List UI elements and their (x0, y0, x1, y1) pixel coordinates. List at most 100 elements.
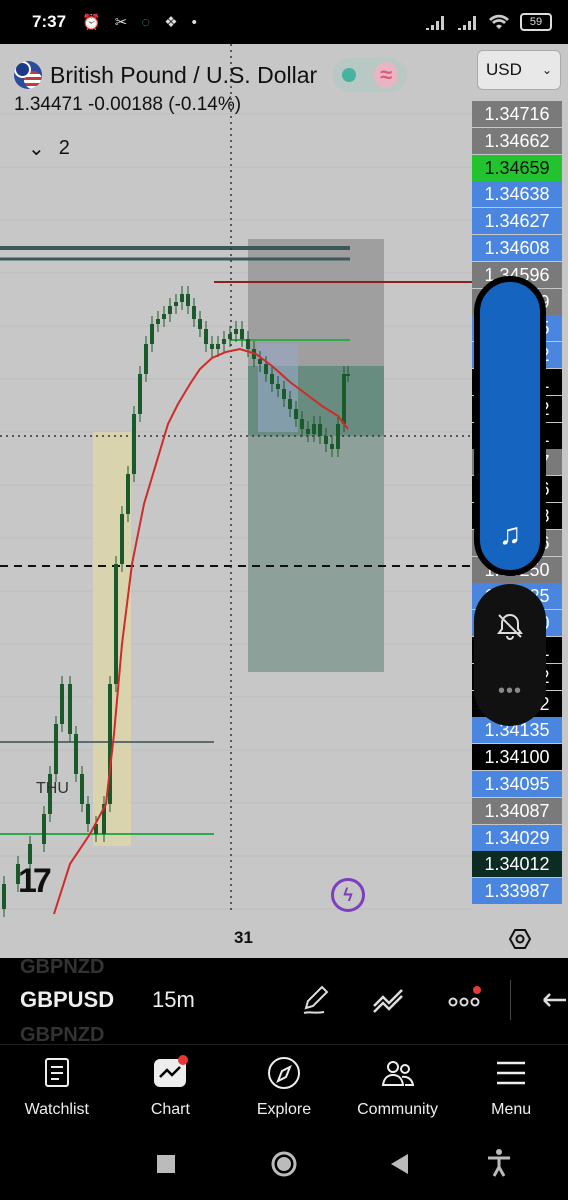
candle-body (306, 429, 310, 434)
alarm-icon: ⏰ (82, 14, 101, 31)
price-axis-label[interactable]: 1.34029 (472, 824, 562, 851)
ghost-symbol-top: GBPNZD (20, 956, 105, 978)
candle-body (186, 294, 190, 306)
candle-body (28, 844, 32, 864)
dropbox-icon: ❖ (164, 14, 178, 31)
candle-body (174, 302, 178, 306)
price-axis-label[interactable]: 1.34012 (472, 851, 562, 878)
tradingview-logo[interactable]: 17 (18, 862, 52, 901)
candle-body (180, 294, 184, 302)
bell-off-icon[interactable] (494, 610, 526, 642)
symbol-selector[interactable]: GBPUSD (20, 987, 114, 1013)
chart-toolbar: GBPNZD GBPUSD 15m GBPNZD (0, 956, 568, 1046)
candle-body (330, 444, 334, 449)
price-axis-label[interactable]: 1.34100 (472, 744, 562, 771)
nav-label-chart: Chart (150, 1101, 190, 1118)
candle-body (234, 329, 238, 334)
candle-body (60, 684, 64, 724)
candle-body (144, 344, 148, 374)
candle-body (42, 814, 46, 844)
candle-body (270, 374, 274, 384)
recents-icon[interactable] (156, 1154, 176, 1174)
candle-body (240, 329, 244, 339)
candle-body (264, 364, 268, 374)
candle-body (80, 774, 84, 804)
chart-settings-icon[interactable] (508, 927, 532, 951)
nav-watchlist[interactable]: Watchlist (0, 1045, 114, 1134)
gbp-usd-flag-icon (14, 61, 42, 89)
price-axis-label[interactable]: 1.33987 (472, 878, 562, 905)
status-notification-icons: ⏰ ✂ ◌ ❖ • (82, 13, 197, 32)
candle-body (138, 374, 142, 414)
community-icon (381, 1061, 414, 1086)
chart-area[interactable]: British Pound / U.S. Dollar ≈ 1.34471 -0… (0, 44, 568, 958)
interval-selector[interactable]: 15m (152, 987, 195, 1013)
price-axis-label[interactable]: 1.34627 (472, 208, 562, 235)
signal-icon-2 (458, 16, 476, 30)
candle-body (156, 319, 160, 324)
more-dots-icon[interactable]: ••• (474, 680, 546, 703)
wifi-icon (489, 14, 509, 29)
symbol-title[interactable]: British Pound / U.S. Dollar (50, 62, 317, 89)
candle-body (198, 319, 202, 329)
bottom-navigation: Watchlist Chart Explore Community Menu (0, 1044, 568, 1134)
price-axis-label[interactable]: 1.34659 (472, 154, 562, 181)
watchlist-icon (44, 1058, 69, 1087)
more-options-icon[interactable] (446, 982, 482, 1018)
price-axis-label[interactable]: 1.34638 (472, 181, 562, 208)
currency-select[interactable]: USD ⌄ (477, 50, 561, 90)
drawing-pen-icon[interactable] (298, 982, 334, 1018)
toolbar-divider (510, 980, 511, 1020)
candle-body (312, 424, 316, 434)
symbol-header[interactable]: British Pound / U.S. Dollar ≈ (14, 58, 408, 92)
wave-icon: ≈ (374, 62, 399, 88)
price-axis-label[interactable]: 1.34608 (472, 235, 562, 261)
nav-community[interactable]: Community (341, 1045, 455, 1134)
candle-body (86, 804, 90, 824)
floating-music-widget[interactable]: ♫ (474, 276, 546, 576)
price-axis-label[interactable]: 1.34662 (472, 127, 562, 154)
home-icon[interactable] (270, 1150, 298, 1178)
candle-body (210, 344, 214, 349)
candle-body (246, 339, 250, 349)
candle-body (342, 374, 346, 424)
price-axis-label[interactable]: 1.34087 (472, 797, 562, 824)
candle-body (150, 324, 154, 344)
nav-menu[interactable]: Menu (454, 1045, 568, 1134)
compass-icon (267, 1057, 300, 1089)
candle-body (132, 414, 136, 474)
market-status-pill[interactable]: ≈ (333, 58, 408, 92)
system-navigation-bar (0, 1134, 568, 1200)
nav-label-community: Community (357, 1101, 439, 1118)
time-axis-date: 31 (234, 928, 253, 947)
candle-body (294, 409, 298, 419)
music-note-icon: ♫ (498, 518, 522, 551)
nav-explore[interactable]: Explore (227, 1045, 341, 1134)
candle-body (222, 339, 226, 344)
accessibility-icon[interactable] (486, 1148, 512, 1178)
signal-icon (426, 16, 444, 30)
back-icon[interactable] (388, 1152, 410, 1176)
candle-body (258, 359, 262, 364)
nav-chart[interactable]: Chart (114, 1045, 228, 1134)
indicators-icon[interactable] (370, 982, 406, 1018)
status-bar: 7:37 ⏰ ✂ ◌ ❖ • 59 (0, 0, 568, 44)
price-axis-label[interactable]: 1.34716 (472, 101, 562, 127)
session-label: THU (36, 780, 69, 797)
lightning-icon[interactable]: ϟ (331, 878, 365, 912)
candle-body (126, 474, 130, 514)
candle-body (54, 724, 58, 774)
nav-label-explore: Explore (256, 1101, 312, 1118)
candle-body (288, 399, 292, 409)
currency-value: USD (486, 60, 522, 79)
undo-icon[interactable] (536, 982, 568, 1018)
floating-widget-controls[interactable]: ••• (474, 584, 546, 726)
indicator-legend-toggle[interactable]: ⌄ 2 (28, 136, 70, 161)
dot-icon: • (191, 13, 197, 31)
candle-body (228, 334, 232, 339)
candle-body (282, 389, 286, 399)
candle-body (346, 374, 350, 376)
price-axis-label[interactable]: 1.34095 (472, 771, 562, 797)
candle-body (74, 734, 78, 774)
status-time: 7:37 (32, 12, 67, 31)
